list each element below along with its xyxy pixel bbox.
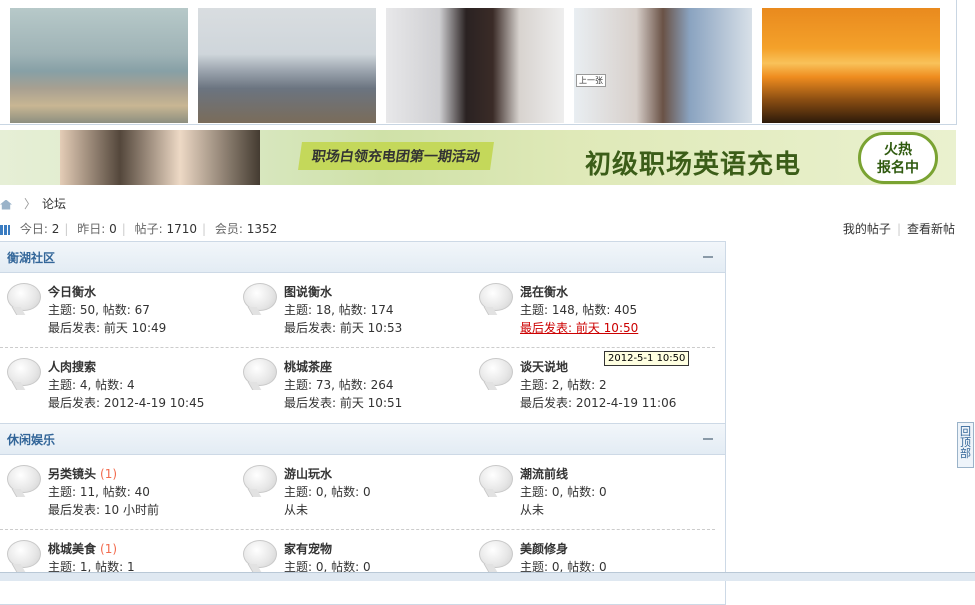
yesterday-count: 0	[109, 222, 117, 236]
forum-icon	[7, 358, 41, 386]
forum-last-post[interactable]: 最后发表: 10 小时前	[48, 501, 159, 518]
yesterday-label: 昨日:	[77, 222, 106, 236]
back-to-top-button[interactable]: 回 顶 部	[957, 422, 974, 468]
forum-name[interactable]: 桃城美食 (1)	[48, 540, 117, 557]
prev-photo-button[interactable]: 上一张	[576, 74, 606, 87]
forum-name[interactable]: 人肉搜索	[48, 358, 100, 375]
last-post-tooltip: 2012-5-1 10:50	[604, 351, 690, 366]
forum-last-post[interactable]: 最后发表: 前天 10:51	[284, 394, 402, 411]
forum-icon	[479, 283, 513, 311]
forum-icon	[243, 283, 277, 311]
banner-tag: 职场白领充电团第一期活动	[298, 142, 494, 170]
forum-icon	[479, 540, 513, 568]
section-header: 休闲娱乐	[0, 424, 725, 455]
forum-last-post[interactable]: 最后发表: 前天 10:50	[520, 319, 638, 336]
forum-icon	[479, 465, 513, 493]
forum-last-post: 从未	[520, 503, 545, 517]
new-posts-link[interactable]: 查看新帖	[907, 222, 955, 236]
forum-last-post: 从未	[284, 503, 309, 517]
members-label: 会员:	[214, 222, 243, 236]
collapse-icon[interactable]	[703, 256, 713, 258]
collapse-icon[interactable]	[703, 438, 713, 440]
members-count: 1352	[246, 222, 278, 236]
forum-icon	[7, 540, 41, 568]
stats-icon	[0, 224, 10, 235]
forum-name[interactable]: 桃城茶座	[284, 358, 336, 375]
posts-label: 帖子:	[134, 222, 163, 236]
photo-thumb-3[interactable]	[386, 8, 564, 123]
photo-thumb-4[interactable]: 上一张	[574, 8, 752, 123]
forum-meta: 主题: 18, 帖数: 174	[284, 303, 394, 317]
forum-meta: 主题: 50, 帖数: 67	[48, 303, 150, 317]
user-links: 我的帖子 | 查看新帖	[842, 222, 955, 236]
forum-icon	[7, 283, 41, 311]
photo-thumb-5[interactable]	[762, 8, 940, 123]
forum-name[interactable]: 潮流前线	[520, 465, 572, 482]
forum-last-post[interactable]: 最后发表: 前天 10:53	[284, 319, 402, 336]
forum-name[interactable]: 另类镜头 (1)	[48, 465, 117, 482]
forum-last-post[interactable]: 最后发表: 前天 10:49	[48, 319, 166, 336]
forum-icon	[243, 465, 277, 493]
forum-name[interactable]: 美颜修身	[520, 540, 572, 557]
today-count: 2	[51, 222, 60, 236]
photo-thumb-1[interactable]	[10, 8, 188, 123]
forum-last-post[interactable]: 最后发表: 2012-4-19 11:06	[520, 394, 676, 411]
forum-row: 桃城美食 (1) 主题: 1, 帖数: 1 家有宠物 主题: 0, 帖数: 0 美…	[0, 530, 725, 604]
forum-icon	[243, 540, 277, 568]
my-posts-link[interactable]: 我的帖子	[843, 222, 891, 236]
forum-meta: 主题: 73, 帖数: 264	[284, 378, 394, 392]
ad-banner[interactable]: 职场白领充电团第一期活动 初级职场英语充电 火热 报名中	[0, 130, 956, 185]
forum-meta: 主题: 11, 帖数: 40	[48, 485, 150, 499]
breadcrumb: 〉论坛	[0, 195, 66, 212]
photo-strip: 上一张	[0, 0, 957, 125]
forum-name[interactable]: 谈天说地	[520, 358, 572, 375]
forum-name[interactable]: 今日衡水	[48, 283, 100, 300]
chevron-right-icon: 〉	[24, 197, 37, 211]
forum-name[interactable]: 图说衡水	[284, 283, 336, 300]
section-title[interactable]: 休闲娱乐	[7, 431, 55, 448]
forum-stats: 今日: 2 | 昨日: 0 | 帖子: 1710 | 会员: 1352	[0, 220, 277, 237]
section-header: 衡湖社区	[0, 242, 725, 273]
posts-count: 1710	[166, 222, 198, 236]
forum-icon	[243, 358, 277, 386]
forum-section: 衡湖社区 今日衡水 主题: 50, 帖数: 67 最后发表: 前天 10:49 …	[0, 241, 726, 424]
breadcrumb-current[interactable]: 论坛	[42, 197, 66, 211]
section-title[interactable]: 衡湖社区	[7, 249, 55, 266]
browser-status-bar	[0, 572, 975, 581]
home-icon[interactable]	[0, 199, 12, 210]
forum-name[interactable]: 游山玩水	[284, 465, 336, 482]
banner-signup-badge[interactable]: 火热 报名中	[858, 132, 938, 184]
banner-image	[60, 130, 260, 185]
forum-meta: 主题: 148, 帖数: 405	[520, 303, 638, 317]
today-label: 今日:	[19, 222, 48, 236]
forum-meta: 主题: 2, 帖数: 2	[520, 378, 607, 392]
forum-row: 今日衡水 主题: 50, 帖数: 67 最后发表: 前天 10:49 图说衡水 …	[0, 273, 715, 348]
forum-meta: 主题: 0, 帖数: 0	[520, 485, 607, 499]
forum-icon	[7, 465, 41, 493]
banner-headline: 初级职场英语充电	[585, 150, 802, 180]
forum-icon	[479, 358, 513, 386]
forum-meta: 主题: 4, 帖数: 4	[48, 378, 135, 392]
photo-thumb-2[interactable]	[198, 8, 376, 123]
forum-name[interactable]: 家有宠物	[284, 540, 336, 557]
forum-row: 另类镜头 (1) 主题: 11, 帖数: 40 最后发表: 10 小时前 游山玩水…	[0, 455, 715, 530]
forum-meta: 主题: 0, 帖数: 0	[284, 485, 371, 499]
forum-name[interactable]: 混在衡水	[520, 283, 572, 300]
forum-last-post[interactable]: 最后发表: 2012-4-19 10:45	[48, 394, 204, 411]
